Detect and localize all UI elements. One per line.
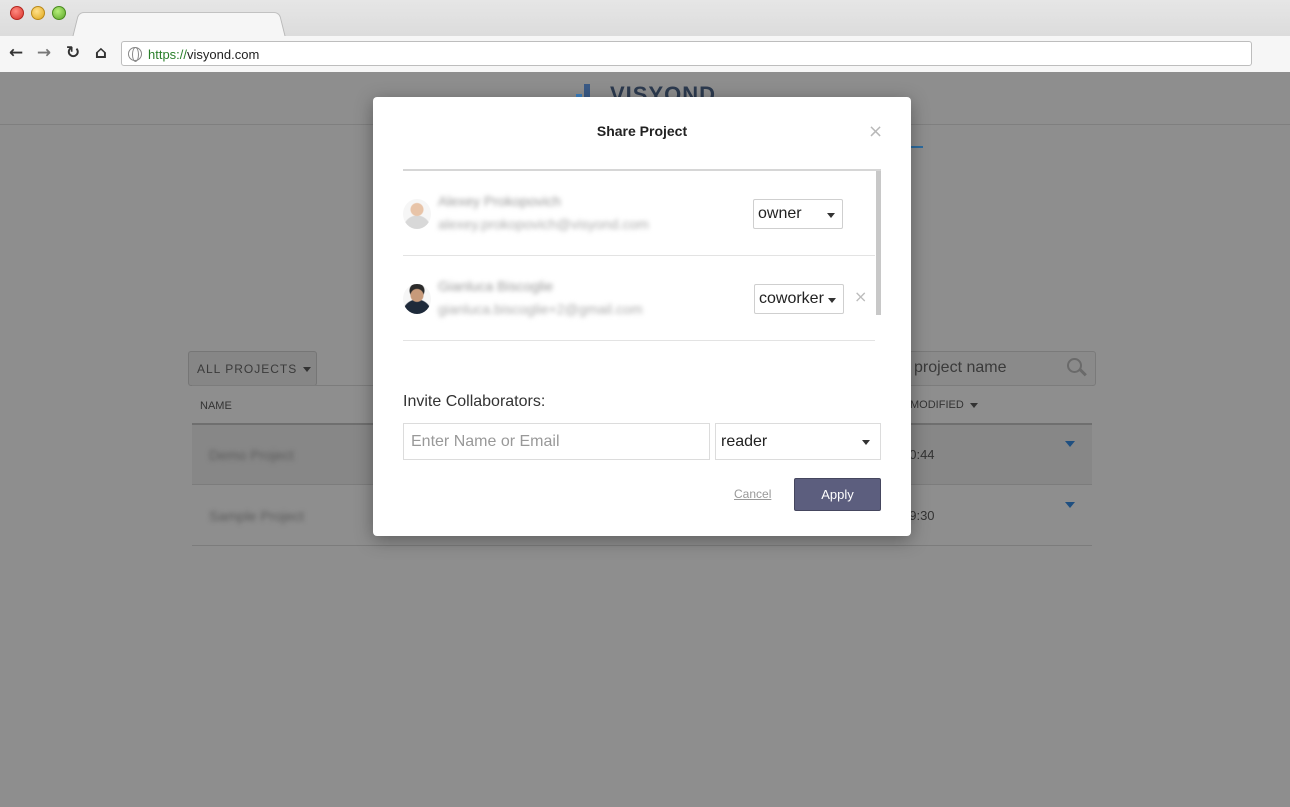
scrollbar-thumb[interactable]: [876, 171, 881, 315]
search-placeholder: project name: [914, 359, 1007, 376]
member-role-select[interactable]: owner: [753, 199, 843, 229]
member-role-value: owner: [758, 205, 802, 222]
member-row: Alexey Prokopovich alexey.prokopovich@vi…: [403, 171, 875, 256]
invite-role-select[interactable]: reader: [715, 423, 881, 460]
search-icon[interactable]: [1067, 358, 1087, 378]
close-icon[interactable]: ×: [868, 121, 883, 142]
url-host: visyond.com: [187, 47, 260, 62]
member-row: Gianluca Biscoglie gianluca.biscoglie+2@…: [403, 256, 875, 341]
close-window-icon[interactable]: [10, 6, 24, 20]
chevron-down-icon: [828, 298, 836, 303]
cancel-link[interactable]: Cancel: [734, 487, 771, 501]
members-scrollbar[interactable]: [876, 171, 881, 368]
globe-icon: [128, 47, 142, 62]
browser-tab[interactable]: [72, 11, 286, 39]
column-header-name[interactable]: NAME: [200, 400, 232, 412]
browser-chrome: ← → ↻ ⌂ https://visyond.com: [0, 0, 1290, 72]
avatar: [403, 199, 431, 229]
back-arrow-icon[interactable]: ←: [7, 44, 25, 62]
forward-arrow-icon[interactable]: →: [35, 44, 53, 62]
row-menu-caret-icon[interactable]: [1065, 502, 1075, 508]
member-email: gianluca.biscoglie+2@gmail.com: [438, 301, 643, 317]
project-name: Sample Project: [209, 508, 304, 524]
member-role-value: coworker: [759, 290, 824, 307]
url-text: https://visyond.com: [148, 47, 259, 62]
remove-member-icon[interactable]: ×: [854, 287, 867, 306]
apply-button[interactable]: Apply: [794, 478, 881, 511]
home-icon[interactable]: ⌂: [92, 44, 110, 62]
all-projects-label: ALL PROJECTS: [197, 362, 298, 376]
member-email: alexey.prokopovich@visyond.com: [438, 216, 649, 232]
address-bar[interactable]: https://visyond.com: [121, 41, 1252, 66]
reload-icon[interactable]: ↻: [64, 44, 82, 62]
dialog-title: Share Project: [596, 123, 688, 139]
browser-toolbar: ← → ↻ ⌂ https://visyond.com: [0, 36, 1290, 72]
share-project-dialog: Share Project × Alexey Prokopovich alexe…: [373, 97, 911, 536]
avatar: [403, 284, 431, 314]
invite-role-value: reader: [721, 433, 768, 450]
member-name: Alexey Prokopovich: [438, 193, 561, 209]
member-role-select[interactable]: coworker: [754, 284, 844, 314]
member-name: Gianluca Biscoglie: [438, 278, 554, 294]
column-header-modified-label: MODIFIED: [910, 399, 964, 411]
maximize-window-icon[interactable]: [52, 6, 66, 20]
url-scheme: https://: [148, 47, 188, 62]
all-projects-dropdown[interactable]: ALL PROJECTS: [188, 351, 317, 386]
project-search[interactable]: project name: [880, 351, 1096, 386]
members-list: Alexey Prokopovich alexey.prokopovich@vi…: [403, 169, 881, 368]
row-menu-caret-icon[interactable]: [1065, 441, 1075, 447]
chevron-down-icon: [862, 440, 870, 445]
project-name: Demo Project: [209, 447, 294, 463]
caret-down-icon: [303, 367, 312, 373]
invite-label: Invite Collaborators:: [403, 393, 546, 410]
invite-name-email-input[interactable]: [403, 423, 710, 460]
sort-caret-icon: [969, 402, 978, 408]
minimize-window-icon[interactable]: [31, 6, 45, 20]
chevron-down-icon: [827, 213, 835, 218]
